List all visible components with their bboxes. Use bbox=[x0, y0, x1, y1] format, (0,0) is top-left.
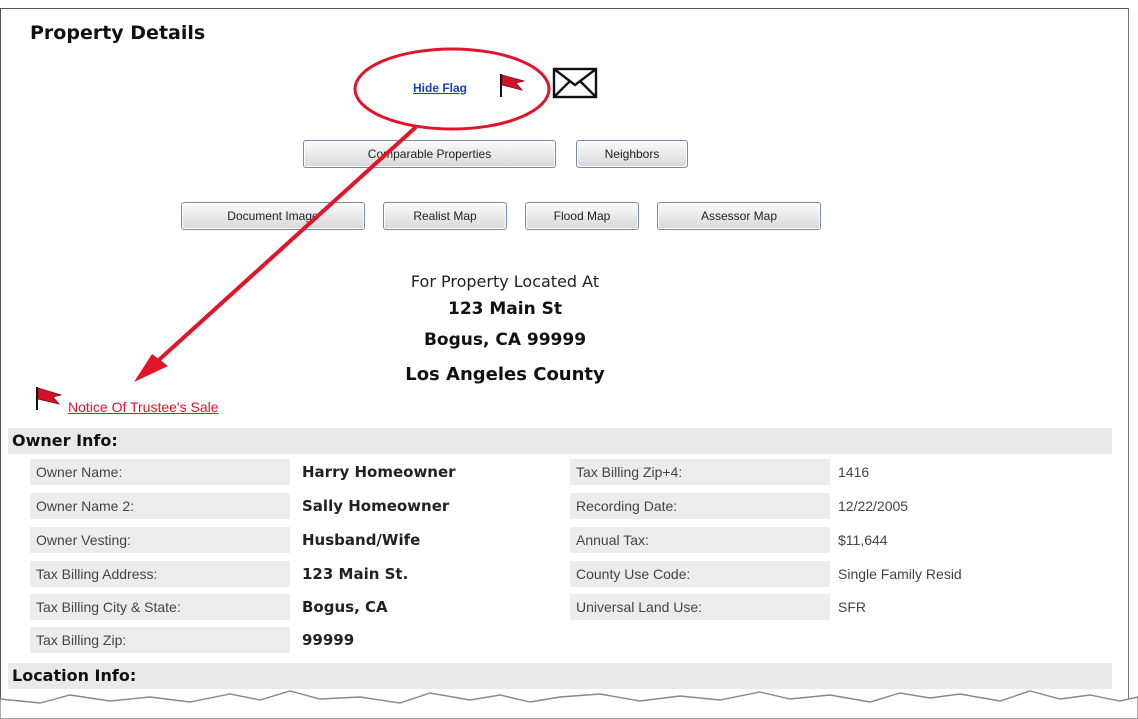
page-title: Property Details bbox=[30, 22, 206, 44]
field-label: Recording Date: bbox=[570, 493, 830, 519]
field-value: Sally Homeowner bbox=[302, 497, 450, 515]
document-image-button[interactable]: Document Image bbox=[181, 202, 365, 230]
property-street: 123 Main St bbox=[447, 299, 562, 319]
table-row: Tax Billing Address: 123 Main St. County… bbox=[30, 561, 1112, 591]
field-label: Tax Billing Address: bbox=[30, 561, 290, 587]
location-label: For Property Located At bbox=[410, 272, 600, 291]
field-label: Tax Billing Zip+4: bbox=[570, 459, 830, 485]
field-label: County Use Code: bbox=[570, 561, 830, 587]
field-label: Universal Land Use: bbox=[570, 594, 830, 620]
realist-map-button[interactable]: Realist Map bbox=[383, 202, 507, 230]
field-value: $11,644 bbox=[838, 532, 888, 548]
field-label: Owner Vesting: bbox=[30, 527, 290, 553]
table-row: Tax Billing City & State: Bogus, CA Univ… bbox=[30, 594, 1112, 624]
field-value: Bogus, CA bbox=[302, 598, 388, 616]
assessor-map-button[interactable]: Assessor Map bbox=[657, 202, 821, 230]
field-value: Husband/Wife bbox=[302, 531, 421, 549]
envelope-icon[interactable] bbox=[552, 66, 598, 105]
field-value: Single Family Resid bbox=[838, 566, 962, 582]
field-value: Harry Homeowner bbox=[302, 463, 456, 481]
table-row: Owner Name 2: Sally Homeowner Recording … bbox=[30, 493, 1112, 523]
field-value: 123 Main St. bbox=[302, 565, 409, 583]
property-city-state-zip: Bogus, CA 99999 bbox=[423, 330, 587, 350]
field-label: Annual Tax: bbox=[570, 527, 830, 553]
owner-info-heading: Owner Info: bbox=[8, 428, 1112, 454]
table-row: Owner Vesting: Husband/Wife Annual Tax: … bbox=[30, 527, 1112, 557]
property-county: Los Angeles County bbox=[405, 364, 605, 385]
flag-icon bbox=[498, 72, 526, 103]
comparable-properties-button[interactable]: Comparable Properties bbox=[303, 140, 556, 168]
flag-icon bbox=[34, 385, 64, 416]
field-label: Owner Name 2: bbox=[30, 493, 290, 519]
field-value: 99999 bbox=[302, 631, 355, 649]
field-value: SFR bbox=[838, 599, 866, 615]
notice-of-trustees-sale-link[interactable]: Notice Of Trustee's Sale bbox=[68, 399, 219, 415]
table-row: Tax Billing Zip: 99999 bbox=[30, 627, 1112, 657]
field-label: Tax Billing City & State: bbox=[30, 594, 290, 620]
field-value: 12/22/2005 bbox=[838, 498, 909, 514]
field-value: 1416 bbox=[838, 464, 870, 480]
neighbors-button[interactable]: Neighbors bbox=[576, 140, 688, 168]
field-label: Owner Name: bbox=[30, 459, 290, 485]
torn-page-edge bbox=[0, 690, 1138, 719]
field-label: Tax Billing Zip: bbox=[30, 627, 290, 653]
table-row: Owner Name: Harry Homeowner Tax Billing … bbox=[30, 459, 1112, 489]
flood-map-button[interactable]: Flood Map bbox=[525, 202, 639, 230]
hide-flag-link[interactable]: Hide Flag bbox=[413, 81, 467, 95]
